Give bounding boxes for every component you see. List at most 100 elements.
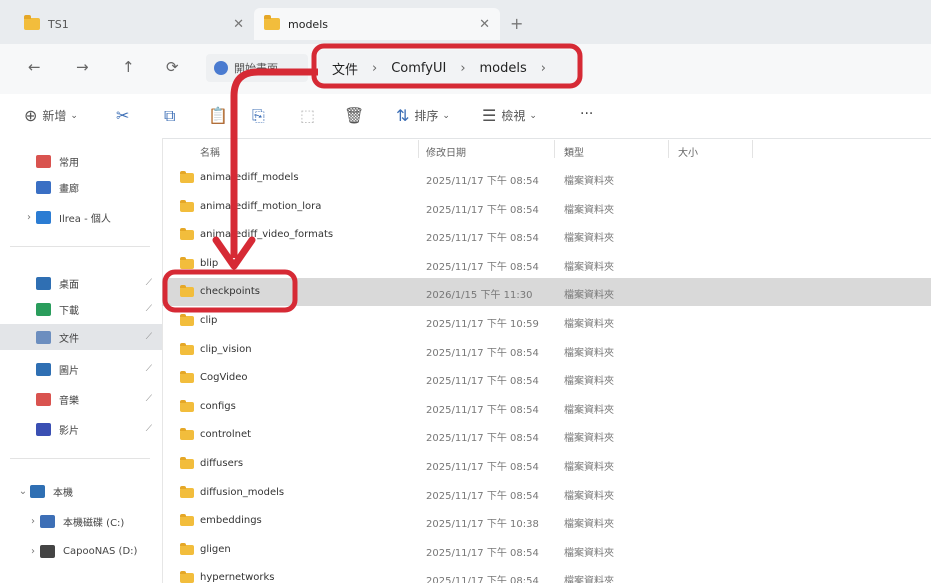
sidebar-item[interactable]: 文件 ⟋ [0, 324, 162, 350]
file-date: 2025/11/17 下午 08:54 [426, 576, 539, 583]
pin-icon: ⟋ [145, 304, 152, 314]
column-name[interactable]: 名稱 [200, 144, 220, 159]
column-date[interactable]: 修改日期 [426, 144, 466, 159]
file-row[interactable]: hypernetworks 2025/11/17 下午 08:54 檔案資料夾 [162, 564, 931, 583]
tab-ts1[interactable]: TS1 ✕ [14, 8, 254, 40]
folder-icon [180, 285, 194, 298]
up-icon[interactable]: ↑ [122, 58, 135, 76]
sidebar-item-label: 桌面 [59, 279, 79, 291]
sidebar-item[interactable]: › 本機磁碟 (C:) [0, 508, 162, 534]
chevron-right-icon: › [460, 60, 466, 76]
folder-icon [264, 15, 280, 30]
tab-label: TS1 [48, 17, 69, 31]
paste-button[interactable]: 📋 [208, 106, 233, 125]
close-icon[interactable]: ✕ [233, 17, 244, 32]
command-bar: ⊕ 新增 ⌄ ✂ ⧉ 📋 ⎘ ⬚ 🗑 ⇅ 排序 ⌄ ☰ 檢視 ⌄ ··· [0, 94, 931, 139]
scissors-icon: ✂ [116, 106, 130, 125]
file-row[interactable]: animatediff_video_formats 2025/11/17 下午 0… [162, 221, 931, 249]
column-divider[interactable] [554, 140, 555, 158]
file-row[interactable]: diffusion_models 2025/11/17 下午 08:54 檔案資料夾 [162, 479, 931, 507]
file-row[interactable]: clip 2025/11/17 下午 10:59 檔案資料夾 [162, 307, 931, 335]
sidebar-item[interactable]: 影片 ⟋ [0, 416, 162, 442]
file-name: checkpoints [200, 286, 260, 298]
chevron-icon[interactable]: › [26, 516, 40, 527]
sidebar-item-label: 常用 [59, 157, 79, 169]
chevron-icon[interactable]: ⌄ [16, 486, 30, 497]
location-button[interactable]: 開始畫面 [206, 54, 308, 82]
file-name: configs [200, 400, 236, 412]
folder-icon [180, 428, 194, 441]
column-size[interactable]: 大小 [678, 144, 698, 159]
sidebar-item[interactable]: 圖片 ⟋ [0, 356, 162, 382]
drive-icon [40, 514, 55, 528]
more-options-button[interactable]: ··· [580, 106, 593, 122]
file-row[interactable]: configs 2025/11/17 下午 08:54 檔案資料夾 [162, 393, 931, 421]
clipboard-icon: 📋 [208, 106, 228, 125]
file-row[interactable]: diffusers 2025/11/17 下午 08:54 檔案資料夾 [162, 450, 931, 478]
sidebar-item-label: 畫廊 [59, 183, 79, 195]
file-name: animatediff_motion_lora [200, 200, 322, 212]
download-icon [36, 302, 51, 316]
column-divider[interactable] [752, 140, 753, 158]
pc-icon [30, 484, 45, 498]
file-row[interactable]: checkpoints 2026/1/15 下午 11:30 檔案資料夾 [162, 278, 931, 307]
file-row[interactable]: blip 2025/11/17 下午 08:54 檔案資料夾 [162, 250, 931, 278]
file-type: 檔案資料夾 [564, 176, 614, 187]
sort-label: 排序 [414, 109, 439, 123]
chevron-icon[interactable]: › [26, 546, 40, 557]
refresh-icon[interactable]: ⟳ [166, 58, 179, 76]
breadcrumb-documents[interactable]: 文件 [332, 59, 358, 78]
file-explorer-window: TS1 ✕ models ✕ + ← → ↑ ⟳ 開始畫面 文件 › Comfy… [0, 0, 931, 583]
pin-icon: ⟋ [145, 394, 152, 404]
sidebar-item[interactable]: 常用 [0, 148, 162, 174]
cut-button[interactable]: ✂ [116, 106, 134, 125]
file-row[interactable]: animatediff_models 2025/11/17 下午 08:54 檔案資… [162, 164, 931, 192]
rename-button[interactable]: ⎘ [252, 106, 270, 126]
delete-button[interactable]: 🗑 [344, 106, 369, 125]
sort-button[interactable]: ⇅ 排序 ⌄ [396, 106, 450, 125]
trash-icon: 🗑 [344, 106, 365, 125]
file-row[interactable]: clip_vision 2025/11/17 下午 08:54 檔案資料夾 [162, 336, 931, 364]
copy-button[interactable]: ⧉ [164, 106, 180, 126]
column-divider[interactable] [418, 140, 419, 158]
share-button[interactable]: ⬚ [300, 106, 320, 125]
folder-icon [24, 15, 40, 30]
chevron-right-icon[interactable]: › [541, 61, 546, 76]
file-row[interactable]: embeddings 2025/11/17 下午 10:38 檔案資料夾 [162, 507, 931, 535]
close-icon[interactable]: ✕ [479, 17, 490, 32]
sidebar-item[interactable]: 畫廊 [0, 174, 162, 200]
file-row[interactable]: controlnet 2025/11/17 下午 08:54 檔案資料夾 [162, 421, 931, 449]
breadcrumb[interactable]: 文件 › ComfyUI › models › [318, 50, 578, 86]
sidebar-item[interactable]: 下載 ⟋ [0, 296, 162, 322]
view-button[interactable]: ☰ 檢視 ⌄ [482, 106, 537, 125]
breadcrumb-models[interactable]: models [480, 61, 527, 76]
file-type: 檔案資料夾 [564, 547, 614, 559]
rename-icon: ⎘ [252, 106, 265, 125]
chevron-icon[interactable]: › [22, 212, 36, 223]
file-type: 檔案資料夾 [564, 347, 614, 359]
sidebar-item[interactable]: ⌄ 本機 [0, 478, 162, 504]
file-name: CogVideo [200, 372, 248, 384]
tab-models[interactable]: models ✕ [254, 8, 500, 40]
location-label: 開始畫面 [234, 62, 278, 75]
file-date: 2025/11/17 下午 10:59 [426, 319, 539, 330]
file-row[interactable]: CogVideo 2025/11/17 下午 08:54 檔案資料夾 [162, 364, 931, 392]
file-type: 檔案資料夾 [564, 233, 614, 245]
sidebar-item[interactable]: 桌面 ⟋ [0, 270, 162, 296]
sidebar-item[interactable]: 音樂 ⟋ [0, 386, 162, 412]
new-tab-button[interactable]: + [510, 14, 523, 33]
back-icon[interactable]: ← [28, 58, 41, 76]
sidebar-item[interactable]: › Ilrea - 個人 [0, 204, 162, 230]
breadcrumb-comfyui[interactable]: ComfyUI [391, 61, 446, 76]
forward-icon[interactable]: → [76, 58, 89, 76]
sidebar-divider [10, 246, 150, 247]
documents-icon [36, 330, 51, 344]
column-divider[interactable] [668, 140, 669, 158]
sidebar-item[interactable]: › CapooNAS (D:) [0, 538, 162, 564]
file-row[interactable]: animatediff_motion_lora 2025/11/17 下午 08:… [162, 193, 931, 221]
file-row[interactable]: gligen 2025/11/17 下午 08:54 檔案資料夾 [162, 536, 931, 564]
pin-icon: ⟋ [145, 424, 152, 434]
column-type[interactable]: 類型 [564, 144, 584, 159]
new-button[interactable]: ⊕ 新增 ⌄ [24, 106, 78, 125]
file-name: clip [200, 315, 218, 326]
